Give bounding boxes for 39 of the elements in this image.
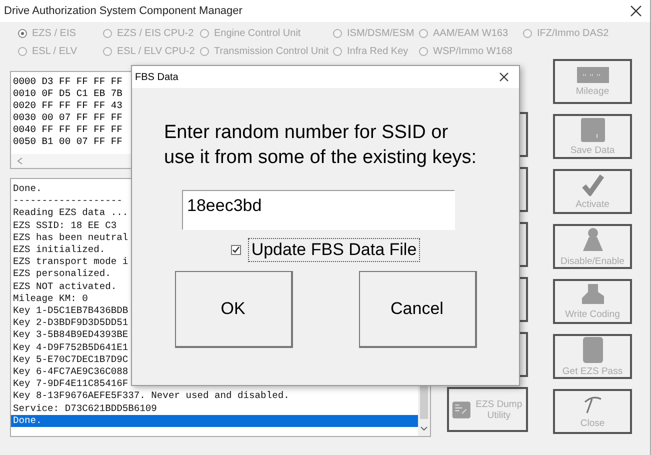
log-line[interactable]: EZS initialized. [11,244,106,256]
log-line[interactable]: Done. [11,183,42,196]
log-line[interactable]: Key 8-13F9676AEFE5F337. Never used and disabled. [11,390,290,403]
card-icon [582,336,602,362]
pickaxe-icon [582,394,602,414]
log-line[interactable]: Service: D73C621BDD5B6109 [11,402,157,415]
stamp-icon [580,284,606,306]
close-icon[interactable] [630,5,642,17]
hex-line: 0030 00 07 FF FF FF [13,112,122,124]
log-line[interactable]: Key 1-D5C1EB7B436BDB [11,305,128,318]
log-line[interactable]: Reading EZS data ... [11,207,128,220]
log-line[interactable]: Key 3-5B84B9ED4393BE [11,329,128,342]
ssid-field[interactable]: 18eec3bd [182,190,455,230]
window-title: Drive Authorization System Component Manager [4,5,242,17]
dialog-button[interactable]: OK [174,271,292,348]
check-icon [582,174,604,196]
odometer-icon [576,66,608,82]
log-line[interactable]: EZS has been neutral [11,232,128,244]
check-icon [232,246,240,254]
hex-line: 0010 0F D5 C1 EB 7B [13,88,122,100]
log-line[interactable]: Key 5-E70C7DEC1B7D9C [11,354,128,366]
dialog-title: FBS Data [135,72,178,82]
hex-line: 0050 B1 00 07 FF FF [13,136,122,148]
hex-line: 0040 FF FF FF FF FF [13,124,122,136]
log-line[interactable]: EZS personalized. [11,268,111,281]
log-line[interactable]: EZS transport mode i [11,256,128,268]
log-line[interactable]: Key 6-4FC7AE9C36C088 [11,366,128,378]
dialog-button[interactable]: Cancel [358,271,476,348]
hex-line: 0020 FF FF FF FF 43 [13,100,122,112]
log-line[interactable]: EZS SSID: 18 EE C3 [11,220,117,232]
log-line[interactable]: Key 7-9DF4E11C85416F [11,378,128,390]
log-line[interactable]: EZS NOT activated. [11,280,117,293]
close-icon[interactable] [499,72,509,82]
hex-line: 0000 D3 FF FF FF FF [13,76,122,88]
log-line[interactable]: ------------------- [11,195,122,208]
log-line[interactable]: Mileage KM: 0 [11,292,88,306]
log-line[interactable]: Key 4-D9F752B5D641E1 [11,342,128,354]
prompt-text: Enter random number for SSID or use it from some of the existing keys: [164,121,478,170]
log-line[interactable]: Key 2-D3BDF9D3D5DD51 [11,317,128,330]
